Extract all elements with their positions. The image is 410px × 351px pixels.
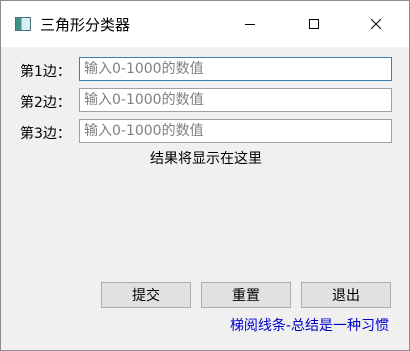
exit-button[interactable]: 退出 bbox=[301, 282, 391, 308]
title-bar[interactable]: 三角形分类器 bbox=[1, 1, 409, 47]
side2-input[interactable] bbox=[79, 88, 392, 112]
side1-input[interactable] bbox=[79, 57, 392, 81]
result-label: 结果将显示在这里 bbox=[150, 151, 262, 167]
maximize-button[interactable] bbox=[291, 1, 337, 47]
side2-label: 第2边： bbox=[20, 95, 71, 111]
main-panel: 第1边： 第2边： 第3边： 结果将显示在这里 提交 重置 退出 梯阅线条-总结… bbox=[1, 47, 409, 350]
maximize-icon bbox=[309, 19, 319, 29]
side3-input[interactable] bbox=[79, 119, 392, 143]
reset-button[interactable]: 重置 bbox=[201, 282, 291, 308]
window-title: 三角形分类器 bbox=[40, 16, 131, 34]
close-icon bbox=[370, 18, 382, 30]
close-button[interactable] bbox=[353, 1, 399, 47]
submit-button[interactable]: 提交 bbox=[101, 282, 191, 308]
footer-text: 梯阅线条-总结是一种习惯 bbox=[229, 318, 389, 334]
minimize-icon bbox=[245, 24, 255, 25]
app-window: 三角形分类器 第1边： 第2边： 第3边： 结果将显示在这里 提交 重置 bbox=[0, 0, 410, 351]
minimize-button[interactable] bbox=[227, 1, 273, 47]
side3-label: 第3边： bbox=[20, 126, 71, 142]
app-icon bbox=[15, 17, 31, 31]
side1-label: 第1边： bbox=[20, 64, 71, 80]
